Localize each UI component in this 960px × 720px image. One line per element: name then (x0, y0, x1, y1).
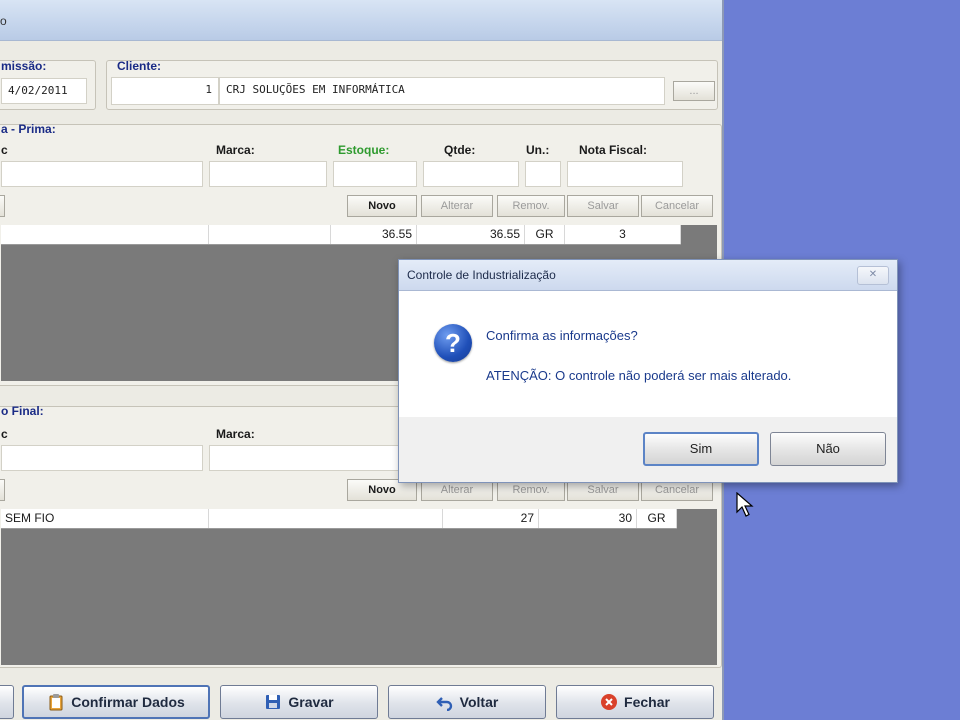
materia-alterar-button[interactable]: Alterar (421, 195, 493, 217)
materia-un-label: Un.: (526, 143, 550, 157)
materia-estoque-label: Estoque: (338, 143, 390, 157)
gravar-button[interactable]: Gravar (220, 685, 378, 719)
materia-cell-estoque: 36.55 (331, 225, 417, 244)
materia-cell-marca (209, 225, 331, 244)
dialog-close-button[interactable]: ✕ (857, 266, 889, 285)
voltar-button[interactable]: Voltar (388, 685, 546, 719)
produto-grid[interactable]: SEM FIO 27 30 GR (1, 509, 717, 665)
materia-qtde-input[interactable] (423, 161, 519, 187)
dialog-question-text: Confirma as informações? (486, 328, 638, 343)
undo-arrow-icon (435, 693, 454, 712)
fechar-button[interactable]: Fechar (556, 685, 714, 719)
materia-left-button[interactable] (0, 195, 5, 217)
produto-final-label: o Final: (1, 404, 44, 418)
materia-nota-label: Nota Fiscal: (579, 143, 648, 157)
materia-cell-desc (1, 225, 209, 244)
dialog-body (399, 291, 897, 417)
dialog-titlebar[interactable]: Controle de Industrialização ✕ (399, 260, 897, 291)
power-close-icon (600, 693, 618, 711)
materia-novo-button[interactable]: Novo (347, 195, 417, 217)
cliente-lookup-button[interactable]: ... (673, 81, 715, 101)
materia-cell-nota: 3 (565, 225, 681, 244)
materia-qtde-label: Qtde: (444, 143, 476, 157)
dialog-warning-text: ATENÇÃO: O controle não poderá ser mais … (486, 368, 792, 383)
voltar-label: Voltar (459, 694, 499, 710)
emissao-group: missão: 4/02/2011 (0, 59, 96, 110)
materia-prima-label: a - Prima: (1, 122, 56, 136)
cliente-label: Cliente: (117, 59, 162, 73)
dialog-yes-button[interactable]: Sim (643, 432, 759, 466)
materia-cell-un: GR (525, 225, 565, 244)
materia-estoque-input (333, 161, 417, 187)
materia-desc-input[interactable] (1, 161, 203, 187)
clipboard-icon (47, 693, 65, 711)
close-icon: ✕ (868, 269, 878, 280)
materia-cell-qtde: 36.55 (417, 225, 525, 244)
cliente-name-field[interactable]: CRJ SOLUÇÕES EM INFORMÁTICA (219, 77, 665, 105)
materia-remov-button[interactable]: Remov. (497, 195, 565, 217)
cliente-code-field[interactable]: 1 (111, 77, 219, 105)
materia-desc-label: c (1, 143, 8, 157)
produto-cell-un: GR (637, 509, 677, 528)
produto-marca-label: Marca: (216, 427, 255, 441)
emissao-field[interactable]: 4/02/2011 (1, 78, 87, 104)
produto-left-button[interactable] (0, 479, 5, 501)
window-title: o (0, 14, 7, 28)
materia-nota-input[interactable] (567, 161, 683, 187)
produto-marca-input[interactable] (209, 445, 399, 471)
dialog-no-button[interactable]: Não (770, 432, 886, 466)
materia-marca-label: Marca: (216, 143, 255, 157)
cliente-group: Cliente: 1 CRJ SOLUÇÕES EM INFORMÁTICA .… (106, 59, 718, 110)
mouse-cursor-icon (736, 491, 756, 518)
confirmar-dados-label: Confirmar Dados (71, 694, 185, 710)
materia-cancelar-button[interactable]: Cancelar (641, 195, 713, 217)
window-titlebar[interactable]: o (0, 0, 722, 41)
gravar-label: Gravar (288, 694, 334, 710)
question-icon: ? (434, 324, 472, 362)
floppy-disk-icon (264, 693, 282, 711)
produto-cell-v1: 27 (443, 509, 539, 528)
confirmar-dados-button[interactable]: Confirmar Dados (22, 685, 210, 719)
dialog-title: Controle de Industrialização (407, 268, 556, 282)
produto-cell-v2: 30 (539, 509, 637, 528)
produto-desc-input[interactable] (1, 445, 203, 471)
table-row[interactable]: 36.55 36.55 GR 3 (1, 225, 681, 245)
materia-marca-input[interactable] (209, 161, 327, 187)
fechar-label: Fechar (624, 694, 670, 710)
produto-cell-marca (209, 509, 443, 528)
table-row[interactable]: SEM FIO 27 30 GR (1, 509, 677, 529)
footer-left-button[interactable] (0, 685, 14, 719)
produto-desc-label: c (1, 427, 8, 441)
materia-salvar-button[interactable]: Salvar (567, 195, 639, 217)
materia-un-input[interactable] (525, 161, 561, 187)
produto-cell-desc: SEM FIO (1, 509, 209, 528)
emissao-label: missão: (1, 59, 47, 73)
